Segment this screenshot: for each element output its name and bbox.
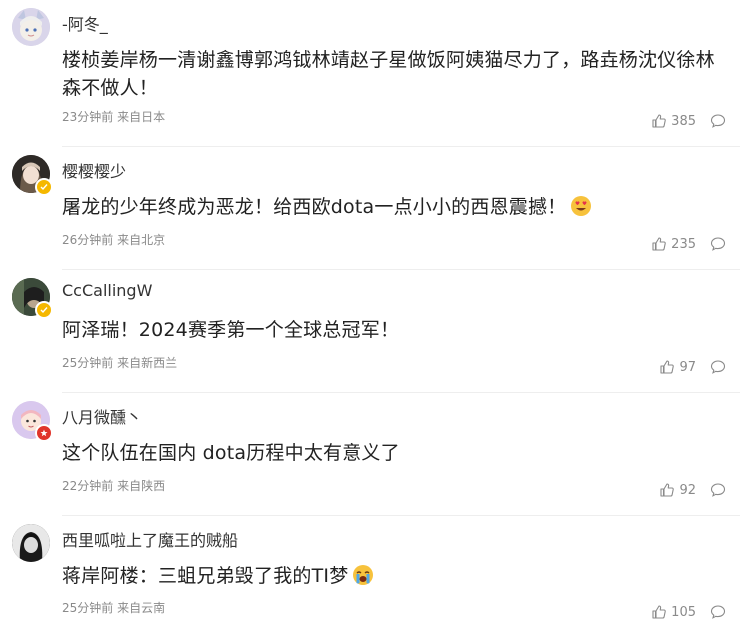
- reply-button[interactable]: [710, 482, 726, 498]
- thumbs-up-icon: [651, 236, 667, 252]
- comment-text-body: 蒋岸阿楼：三蛆兄弟毁了我的TI梦: [62, 565, 349, 587]
- thumbs-up-icon: [651, 604, 667, 620]
- reply-button[interactable]: [710, 236, 726, 252]
- comment-text: 屠龙的少年终成为恶龙！给西欧dota一点小小的西恩震撼！: [62, 193, 722, 221]
- comment-meta: 23分钟前 来自日本: [62, 108, 165, 125]
- comment-item: 八月微醺丶 这个队伍在国内 dota历程中太有意义了 22分钟前 来自陕西 92: [0, 393, 740, 516]
- comment-time: 23分钟前: [62, 110, 114, 124]
- comment-bubble-icon: [710, 113, 726, 129]
- comment-time: 25分钟前: [62, 601, 114, 615]
- comment-actions: 92: [659, 482, 726, 498]
- like-button[interactable]: 235: [651, 236, 696, 252]
- comment-location: 来自日本: [117, 110, 166, 124]
- comment-meta: 25分钟前 来自新西兰: [62, 354, 177, 371]
- comment-item: -阿冬_ 楼桢姜岸杨一清谢鑫博郭鸿钺林靖赵子星做饭阿姨猫尽力了，路垚杨沈仪徐林森…: [0, 0, 740, 147]
- avatar[interactable]: [12, 401, 53, 442]
- like-count: 92: [679, 482, 696, 498]
- comment-actions: 97: [659, 359, 726, 375]
- thumbs-up-icon: [651, 113, 667, 129]
- comment-actions: 385: [651, 113, 726, 129]
- comment-bubble-icon: [710, 359, 726, 375]
- username[interactable]: 西里呱啦上了魔王的贼船: [62, 527, 238, 551]
- like-button[interactable]: 385: [651, 113, 696, 129]
- verified-badge-icon: [35, 301, 53, 319]
- avatar[interactable]: [12, 8, 50, 46]
- reply-button[interactable]: [710, 359, 726, 375]
- comment-bubble-icon: [710, 236, 726, 252]
- verified-badge-icon: [35, 424, 53, 442]
- username[interactable]: CcCallingW: [62, 281, 152, 300]
- comment-bubble-icon: [710, 604, 726, 620]
- reply-button[interactable]: [710, 604, 726, 620]
- like-button[interactable]: 92: [659, 482, 696, 498]
- comment-item: 樱樱樱少 屠龙的少年终成为恶龙！给西欧dota一点小小的西恩震撼！ 26分钟前 …: [0, 147, 740, 270]
- comment-text: 阿泽瑞！2024赛季第一个全球总冠军！: [62, 319, 400, 341]
- comment-text-body: 屠龙的少年终成为恶龙！给西欧dota一点小小的西恩震撼！: [62, 196, 567, 218]
- verified-badge-icon: [35, 178, 53, 196]
- crying-face-emoji-icon: [352, 564, 374, 586]
- comment-bubble-icon: [710, 482, 726, 498]
- comment-location: 来自陕西: [117, 479, 166, 493]
- comment-time: 25分钟前: [62, 356, 114, 370]
- avatar[interactable]: [12, 278, 53, 319]
- comment-meta: 22分钟前 来自陕西: [62, 477, 165, 494]
- comment-location: 来自新西兰: [117, 356, 178, 370]
- like-count: 235: [671, 236, 696, 252]
- comment-location: 来自北京: [117, 233, 166, 247]
- comment-actions: 105: [651, 604, 726, 620]
- comment-text: 蒋岸阿楼：三蛆兄弟毁了我的TI梦: [62, 562, 722, 590]
- comment-actions: 235: [651, 236, 726, 252]
- avatar[interactable]: [12, 524, 50, 562]
- comment-text: 楼桢姜岸杨一清谢鑫博郭鸿钺林靖赵子星做饭阿姨猫尽力了，路垚杨沈仪徐林森不做人！: [62, 49, 715, 99]
- like-button[interactable]: 105: [651, 604, 696, 620]
- thumbs-up-icon: [659, 359, 675, 375]
- comment-location: 来自云南: [117, 601, 166, 615]
- reply-button[interactable]: [710, 113, 726, 129]
- comment-item: 西里呱啦上了魔王的贼船 蒋岸阿楼：三蛆兄弟毁了我的TI梦 25分钟前 来自云南 …: [0, 516, 740, 638]
- like-count: 385: [671, 113, 696, 129]
- like-count: 97: [679, 359, 696, 375]
- heart-eyes-face-emoji-icon: [570, 195, 592, 217]
- comment-text: 这个队伍在国内 dota历程中太有意义了: [62, 442, 400, 464]
- avatar[interactable]: [12, 155, 53, 196]
- like-count: 105: [671, 604, 696, 620]
- comment-meta: 25分钟前 来自云南: [62, 599, 165, 616]
- like-button[interactable]: 97: [659, 359, 696, 375]
- comment-time: 26分钟前: [62, 233, 114, 247]
- comment-meta: 26分钟前 来自北京: [62, 231, 165, 248]
- username[interactable]: 樱樱樱少: [62, 158, 126, 182]
- comment-item: CcCallingW 阿泽瑞！2024赛季第一个全球总冠军！ 25分钟前 来自新…: [0, 270, 740, 393]
- username[interactable]: -阿冬_: [62, 11, 108, 35]
- username[interactable]: 八月微醺丶: [62, 404, 142, 428]
- comment-time: 22分钟前: [62, 479, 114, 493]
- thumbs-up-icon: [659, 482, 675, 498]
